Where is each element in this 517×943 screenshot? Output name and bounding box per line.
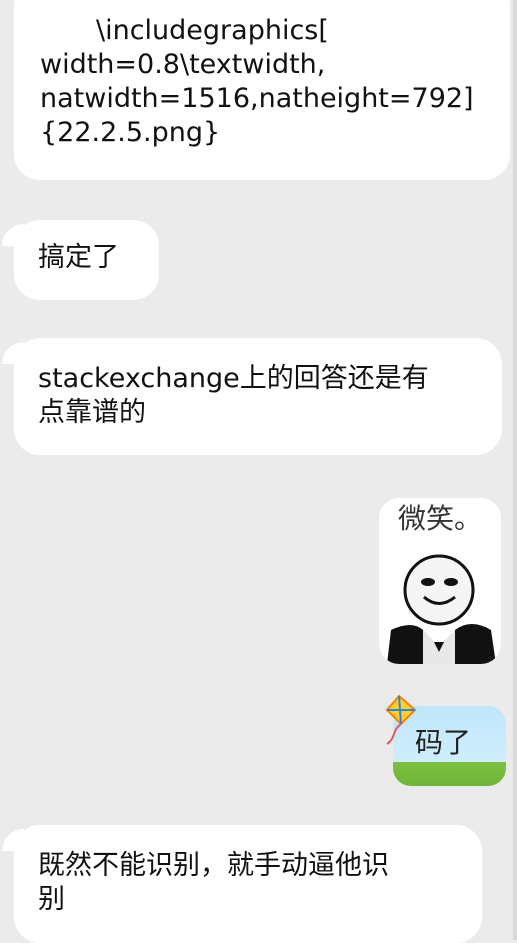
message-bubble-stackexchange[interactable]: stackexchange上的回答还是有 点靠谱的: [14, 338, 502, 455]
message-text: \includegraphics[ width=0.8\textwidth, n…: [40, 15, 474, 148]
message-text: 码了: [415, 726, 472, 759]
chat-view: \includegraphics[ width=0.8\textwidth, n…: [0, 0, 517, 943]
kite-icon: [385, 694, 417, 745]
message-text: 既然不能识别，就手动逼他识 别: [38, 850, 389, 915]
meme-face-sticker-icon: [387, 554, 496, 664]
right-edge-divider: [513, 0, 517, 940]
message-text: 搞定了: [38, 242, 119, 273]
message-bubble-manual[interactable]: 既然不能识别，就手动逼他识 别: [14, 825, 482, 943]
message-bubble-latex[interactable]: \includegraphics[ width=0.8\textwidth, n…: [14, 0, 510, 180]
message-text: stackexchange上的回答还是有 点靠谱的: [38, 363, 429, 428]
message-bubble-done[interactable]: 搞定了: [14, 220, 159, 300]
sticker-message[interactable]: 微笑。: [379, 498, 501, 664]
